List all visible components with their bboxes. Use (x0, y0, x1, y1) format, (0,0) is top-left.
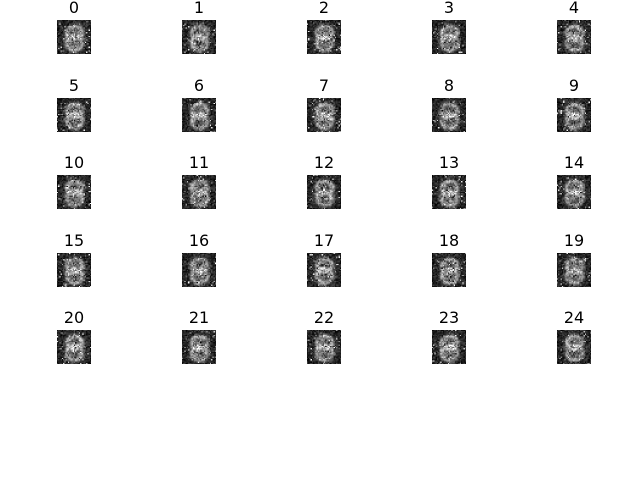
panel-image (432, 253, 466, 287)
image-panel: 24 (544, 310, 604, 370)
panel-title: 2 (318, 0, 330, 17)
panel-title: 12 (313, 153, 335, 172)
image-panel: 7 (294, 78, 354, 138)
image-panel: 5 (44, 78, 104, 138)
image-panel: 23 (419, 310, 479, 370)
panel-title: 15 (63, 231, 85, 250)
image-panel: 16 (169, 233, 229, 293)
panel-title: 11 (188, 153, 210, 172)
image-panel: 4 (544, 0, 604, 60)
panel-image (307, 330, 341, 364)
image-grid: 0 1 2 3 4 5 6 7 8 9 10 11 12 13 14 15 16 17 18 19 20 21 22 23 24 (0, 0, 640, 480)
panel-title: 1 (193, 0, 205, 17)
panel-image (182, 98, 216, 132)
panel-image (557, 175, 591, 209)
image-panel: 17 (294, 233, 354, 293)
panel-image (57, 20, 91, 54)
image-panel: 18 (419, 233, 479, 293)
panel-title: 3 (443, 0, 455, 17)
image-panel: 22 (294, 310, 354, 370)
panel-title: 14 (563, 153, 585, 172)
panel-title: 23 (438, 308, 460, 327)
image-panel: 14 (544, 155, 604, 215)
panel-title: 5 (68, 76, 80, 95)
panel-title: 9 (568, 76, 580, 95)
panel-title: 20 (63, 308, 85, 327)
panel-title: 7 (318, 76, 330, 95)
panel-title: 10 (63, 153, 85, 172)
panel-image (307, 20, 341, 54)
image-panel: 2 (294, 0, 354, 60)
panel-image (432, 330, 466, 364)
image-panel: 9 (544, 78, 604, 138)
panel-title: 0 (68, 0, 80, 17)
image-panel: 13 (419, 155, 479, 215)
image-panel: 6 (169, 78, 229, 138)
panel-image (182, 330, 216, 364)
panel-image (57, 98, 91, 132)
panel-image (307, 253, 341, 287)
image-panel: 8 (419, 78, 479, 138)
panel-title: 24 (563, 308, 585, 327)
panel-title: 18 (438, 231, 460, 250)
image-panel: 20 (44, 310, 104, 370)
panel-title: 8 (443, 76, 455, 95)
panel-image (182, 253, 216, 287)
panel-title: 13 (438, 153, 460, 172)
image-panel: 19 (544, 233, 604, 293)
panel-image (57, 253, 91, 287)
panel-image (557, 20, 591, 54)
panel-image (432, 98, 466, 132)
panel-title: 21 (188, 308, 210, 327)
panel-image (557, 98, 591, 132)
panel-image (557, 330, 591, 364)
panel-title: 4 (568, 0, 580, 17)
image-panel: 1 (169, 0, 229, 60)
image-panel: 12 (294, 155, 354, 215)
panel-image (557, 253, 591, 287)
image-panel: 15 (44, 233, 104, 293)
panel-image (307, 98, 341, 132)
panel-image (182, 20, 216, 54)
panel-image (182, 175, 216, 209)
panel-title: 6 (193, 76, 205, 95)
panel-image (57, 175, 91, 209)
image-panel: 11 (169, 155, 229, 215)
panel-title: 19 (563, 231, 585, 250)
image-panel: 21 (169, 310, 229, 370)
panel-image (57, 330, 91, 364)
panel-title: 16 (188, 231, 210, 250)
panel-title: 22 (313, 308, 335, 327)
image-panel: 0 (44, 0, 104, 60)
panel-image (432, 20, 466, 54)
panel-image (307, 175, 341, 209)
panel-title: 17 (313, 231, 335, 250)
panel-image (432, 175, 466, 209)
image-panel: 3 (419, 0, 479, 60)
image-panel: 10 (44, 155, 104, 215)
